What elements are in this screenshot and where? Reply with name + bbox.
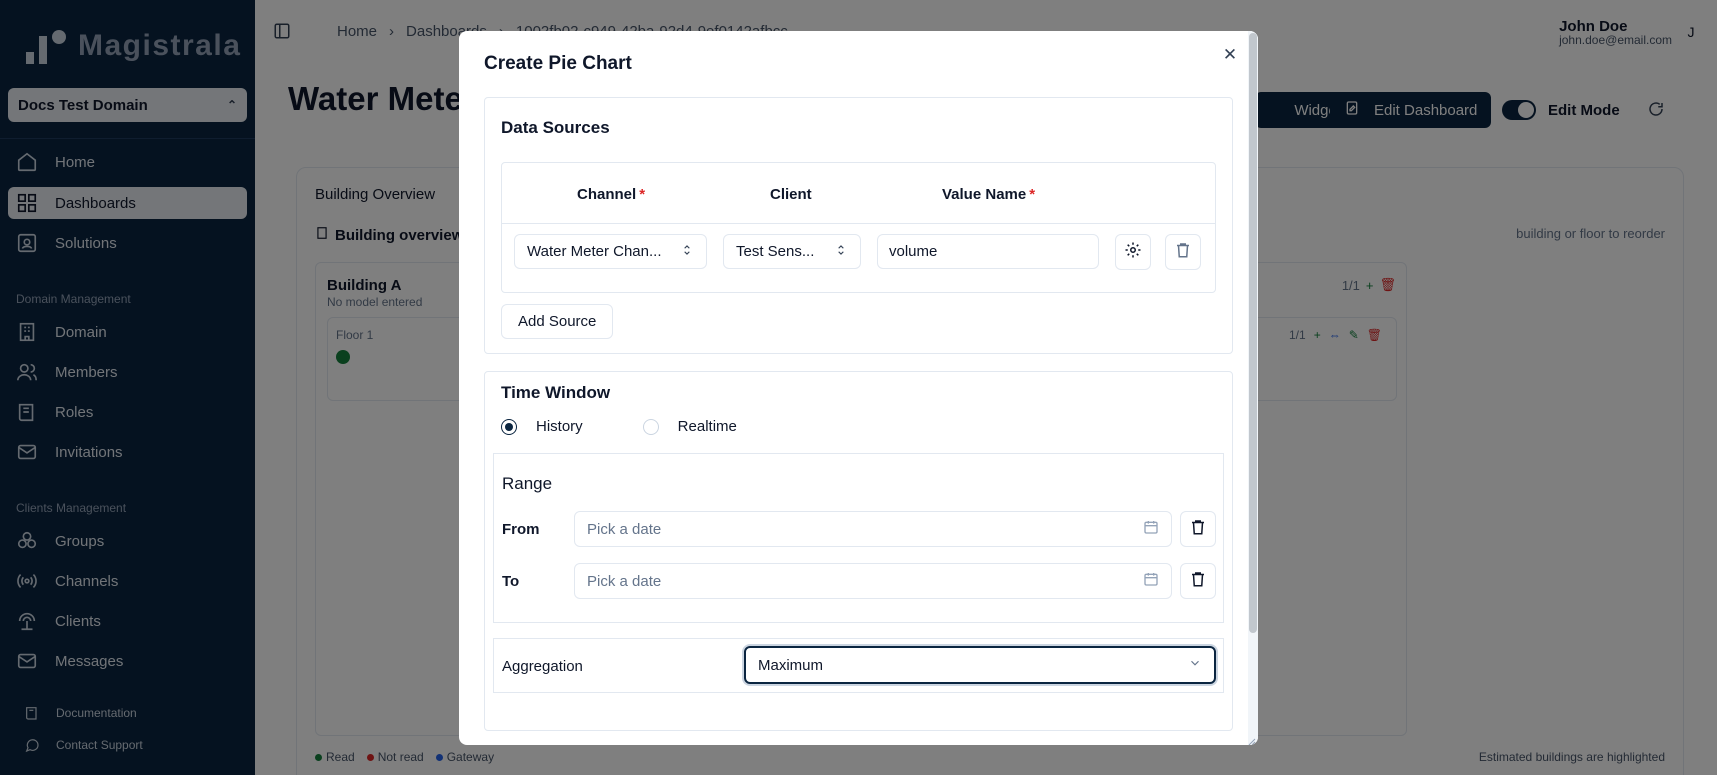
data-sources-section: Data Sources Channel * Client Value Name *… xyxy=(484,97,1233,354)
from-date-placeholder: Pick a date xyxy=(587,520,662,538)
radio-history-label[interactable]: History xyxy=(536,418,583,435)
from-label: From xyxy=(502,521,540,538)
client-select-value: Test Sens... xyxy=(736,243,815,260)
chevron-updown-icon xyxy=(834,243,848,261)
required-mark: * xyxy=(639,186,646,203)
radio-realtime[interactable] xyxy=(642,418,659,435)
time-window-section: Time Window History Realtime Range From … xyxy=(484,371,1233,731)
calendar-icon xyxy=(1143,519,1159,539)
column-header-client: Client xyxy=(770,186,812,203)
column-header-channel-text: Channel xyxy=(577,186,637,203)
to-date-placeholder: Pick a date xyxy=(587,572,662,590)
dialog-scrollbar[interactable] xyxy=(1248,31,1258,745)
to-label: To xyxy=(502,573,520,590)
column-header-channel: Channel * xyxy=(577,186,645,203)
range-box: Range From Pick a date To Pick a date xyxy=(493,453,1224,623)
trash-icon xyxy=(1189,570,1207,593)
dialog-title: Create Pie Chart xyxy=(484,53,632,74)
radio-history[interactable] xyxy=(501,418,517,435)
data-sources-table: Channel * Client Value Name * Water Meter … xyxy=(501,162,1216,293)
clear-to-button[interactable] xyxy=(1180,563,1216,599)
dialog-scrollbar-thumb[interactable] xyxy=(1249,33,1257,633)
data-sources-title: Data Sources xyxy=(501,118,610,137)
add-source-button[interactable]: Add Source xyxy=(501,304,614,339)
source-settings-button[interactable] xyxy=(1115,234,1151,270)
time-window-title: Time Window xyxy=(501,383,611,402)
channel-select-value: Water Meter Chan... xyxy=(527,243,662,260)
chevron-updown-icon xyxy=(680,243,694,261)
aggregation-select[interactable]: Maximum xyxy=(744,646,1216,684)
aggregation-label: Aggregation xyxy=(502,658,583,675)
delete-source-button[interactable] xyxy=(1165,234,1201,270)
radio-realtime-label[interactable]: Realtime xyxy=(678,418,737,435)
range-title: Range xyxy=(502,474,553,493)
gear-icon xyxy=(1124,241,1142,264)
column-header-value-name: Value Name * xyxy=(942,186,1035,203)
calendar-icon xyxy=(1143,571,1159,591)
time-mode-radio-group: History Realtime xyxy=(501,418,737,435)
channel-select[interactable]: Water Meter Chan... xyxy=(514,234,707,269)
trash-icon xyxy=(1189,518,1207,541)
column-header-value-name-text: Value Name xyxy=(942,186,1027,203)
value-name-input[interactable]: volume xyxy=(877,234,1099,269)
chevron-down-icon xyxy=(1188,656,1202,674)
required-mark: * xyxy=(1029,186,1036,203)
resize-grip-icon[interactable] xyxy=(1246,733,1256,745)
aggregation-value: Maximum xyxy=(758,656,824,674)
trash-icon xyxy=(1174,241,1192,264)
client-select[interactable]: Test Sens... xyxy=(723,234,861,269)
clear-from-button[interactable] xyxy=(1180,511,1216,547)
to-date-picker[interactable]: Pick a date xyxy=(574,563,1172,599)
create-pie-chart-dialog: Create Pie Chart ✕ Data Sources Channel *… xyxy=(459,31,1258,745)
close-icon[interactable]: ✕ xyxy=(1220,45,1240,65)
row-divider xyxy=(502,223,1215,224)
from-date-picker[interactable]: Pick a date xyxy=(574,511,1172,547)
aggregation-row: Aggregation Maximum xyxy=(493,638,1224,693)
